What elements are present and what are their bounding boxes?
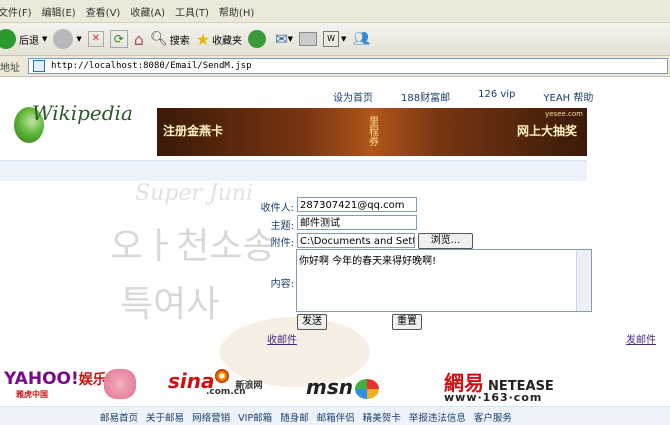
- yeah-help-link[interactable]: YEAH 帮助: [543, 89, 593, 104]
- send-button[interactable]: 发送: [297, 314, 327, 330]
- footer-link-report[interactable]: 举报违法信息: [409, 413, 466, 424]
- footer-link-about[interactable]: 关于邮易: [146, 413, 184, 424]
- favorites-button[interactable]: ★ 收藏夹: [196, 30, 242, 49]
- to-input[interactable]: 287307421@qq.com: [297, 197, 417, 212]
- menu-tools[interactable]: 工具(T): [175, 4, 219, 19]
- page-icon: [33, 60, 45, 72]
- footer-link-home[interactable]: 邮易首页: [100, 413, 138, 424]
- menu-favorites[interactable]: 收藏(A): [130, 4, 175, 19]
- dropdown-arrow-icon: ▼: [287, 35, 294, 43]
- site-logo[interactable]: Wikipedia: [14, 97, 134, 147]
- netease-www: www·163·com: [444, 391, 543, 404]
- print-button[interactable]: [299, 32, 318, 46]
- edit-button[interactable]: W ▼: [323, 31, 346, 47]
- wealth-mail-link[interactable]: 188财富邮: [401, 89, 450, 104]
- sina-eye-icon: [214, 369, 229, 383]
- banner-site: yesee.com: [545, 110, 583, 118]
- back-arrow-icon: [0, 29, 16, 49]
- ad-banner[interactable]: yesee.com 注册金燕卡 里程券 网上大抽奖: [157, 108, 587, 156]
- footer-links: 邮易首页 关于邮易 网络营销 VIP邮箱 随身邮 邮箱伴侣 精美贺卡 举报违法信…: [100, 410, 517, 424]
- refresh-button[interactable]: ⟳: [109, 30, 128, 48]
- dropdown-arrow-icon: ▼: [42, 35, 48, 43]
- messenger-icon: 👥︎: [352, 31, 371, 47]
- attachment-input[interactable]: C:\Documents and Sett: [297, 233, 415, 248]
- history-button[interactable]: [248, 30, 269, 48]
- forward-button[interactable]: ▼: [53, 29, 82, 49]
- address-url: http://localhost:8080/Email/SendM.jsp: [51, 61, 252, 71]
- textarea-scrollbar[interactable]: [576, 250, 591, 311]
- yahoo-logo[interactable]: YAHOO!娱乐 雅虎中国: [4, 369, 136, 399]
- address-label: 地址: [0, 62, 20, 74]
- msn-butterfly-icon: [354, 378, 379, 399]
- partner-logos: YAHOO!娱乐 雅虎中国 sina 新浪网 .com.cn msn 網易 NET…: [0, 367, 670, 407]
- dropdown-arrow-icon: ▼: [76, 35, 82, 43]
- dropdown-arrow-icon: ▼: [341, 35, 347, 43]
- messenger-button[interactable]: 👥︎: [352, 31, 370, 47]
- yahoo-girls-icon: [104, 369, 136, 399]
- word-icon: W: [323, 31, 340, 47]
- star-icon: ★: [195, 29, 211, 49]
- history-icon: [248, 30, 267, 48]
- vip-link[interactable]: 126 vip: [478, 89, 515, 104]
- forward-arrow-icon: [53, 29, 74, 49]
- banner-right-text: 网上大抽奖: [516, 124, 577, 138]
- footer-link-vip[interactable]: VIP邮箱: [238, 413, 272, 424]
- footer-link-cards[interactable]: 精美贺卡: [363, 413, 401, 424]
- menu-help[interactable]: 帮助(H): [219, 4, 264, 19]
- search-icon: 🔍︎: [149, 31, 168, 47]
- search-button[interactable]: 🔍︎ 搜索: [150, 31, 190, 47]
- home-icon: ⌂: [133, 29, 144, 49]
- logo-text: Wikipedia: [32, 101, 133, 125]
- subject-label: 主题:: [270, 221, 294, 232]
- browse-button[interactable]: 浏览...: [418, 233, 473, 249]
- sina-logo[interactable]: sina 新浪网 .com.cn: [168, 369, 262, 397]
- search-label: 搜索: [169, 35, 190, 47]
- menu-view[interactable]: 查看(V): [86, 4, 131, 19]
- back-button[interactable]: 后退 ▼: [0, 29, 47, 49]
- yahoo-sub: 雅虎中国: [16, 390, 48, 399]
- banner-center-text: 里程券: [369, 117, 379, 148]
- to-label: 收件人:: [260, 203, 294, 214]
- background-scribble-2: 특여사: [120, 284, 220, 325]
- stop-button[interactable]: ✕: [87, 31, 104, 47]
- browser-toolbar: 后退 ▼ ▼ ✕ ⟳ ⌂ 🔍︎ 搜索 ★ 收藏夹 ✉ ▼ W ▼ 👥︎: [0, 23, 670, 56]
- yahoo-wordmark: YAHOO!: [4, 369, 79, 389]
- msn-wordmark: msn: [306, 375, 353, 399]
- stop-icon: ✕: [87, 31, 104, 47]
- footer-link-mobile[interactable]: 随身邮: [280, 413, 309, 424]
- menu-bar: 文件(F) 编辑(E) 查看(V) 收藏(A) 工具(T) 帮助(H): [0, 0, 670, 23]
- content-text: 你好啊 今年的春天来得好晚啊!: [299, 256, 437, 267]
- address-bar: 地址 http://localhost:8080/Email/SendM.jsp: [0, 56, 670, 77]
- top-links: 设为首页 188财富邮 126 vip YEAH 帮助: [333, 89, 621, 104]
- reset-button[interactable]: 重置: [392, 314, 422, 330]
- set-homepage-link[interactable]: 设为首页: [333, 89, 373, 104]
- refresh-icon: ⟳: [109, 30, 128, 48]
- background-text: Super Juni: [135, 181, 254, 206]
- favorites-label: 收藏夹: [212, 35, 243, 47]
- footer-link-marketing[interactable]: 网络营销: [192, 413, 230, 424]
- subject-input[interactable]: 邮件测试: [297, 215, 417, 230]
- netease-logo[interactable]: 網易 NETEASE www·163·com: [444, 367, 554, 404]
- msn-logo[interactable]: msn: [306, 375, 379, 399]
- compose-link[interactable]: 发邮件: [626, 331, 656, 346]
- page-content: 设为首页 188财富邮 126 vip YEAH 帮助 Wikipedia ye…: [0, 77, 670, 425]
- mail-button[interactable]: ✉ ▼: [275, 30, 293, 48]
- footer-bar: 邮易首页 关于邮易 网络营销 VIP邮箱 随身邮 邮箱伴侣 精美贺卡 举报违法信…: [0, 406, 670, 425]
- banner-left-text: 注册金燕卡: [163, 124, 224, 138]
- content-label: 内容:: [270, 279, 294, 290]
- mail-icon: ✉: [275, 30, 288, 48]
- inbox-link[interactable]: 收邮件: [267, 331, 297, 346]
- yahoo-cn: 娱乐: [78, 372, 107, 388]
- menu-file[interactable]: 文件(F): [0, 4, 42, 19]
- printer-icon: [299, 32, 318, 46]
- footer-link-service[interactable]: 客户服务: [474, 413, 512, 424]
- content-textarea[interactable]: 你好啊 今年的春天来得好晚啊!: [296, 249, 592, 312]
- back-label: 后退: [19, 35, 39, 47]
- address-input[interactable]: http://localhost:8080/Email/SendM.jsp: [28, 58, 668, 74]
- attachment-label: 附件:: [270, 238, 294, 249]
- menu-edit[interactable]: 编辑(E): [42, 4, 86, 19]
- home-button[interactable]: ⌂: [134, 30, 144, 49]
- footer-link-companion[interactable]: 邮箱伴侣: [317, 413, 355, 424]
